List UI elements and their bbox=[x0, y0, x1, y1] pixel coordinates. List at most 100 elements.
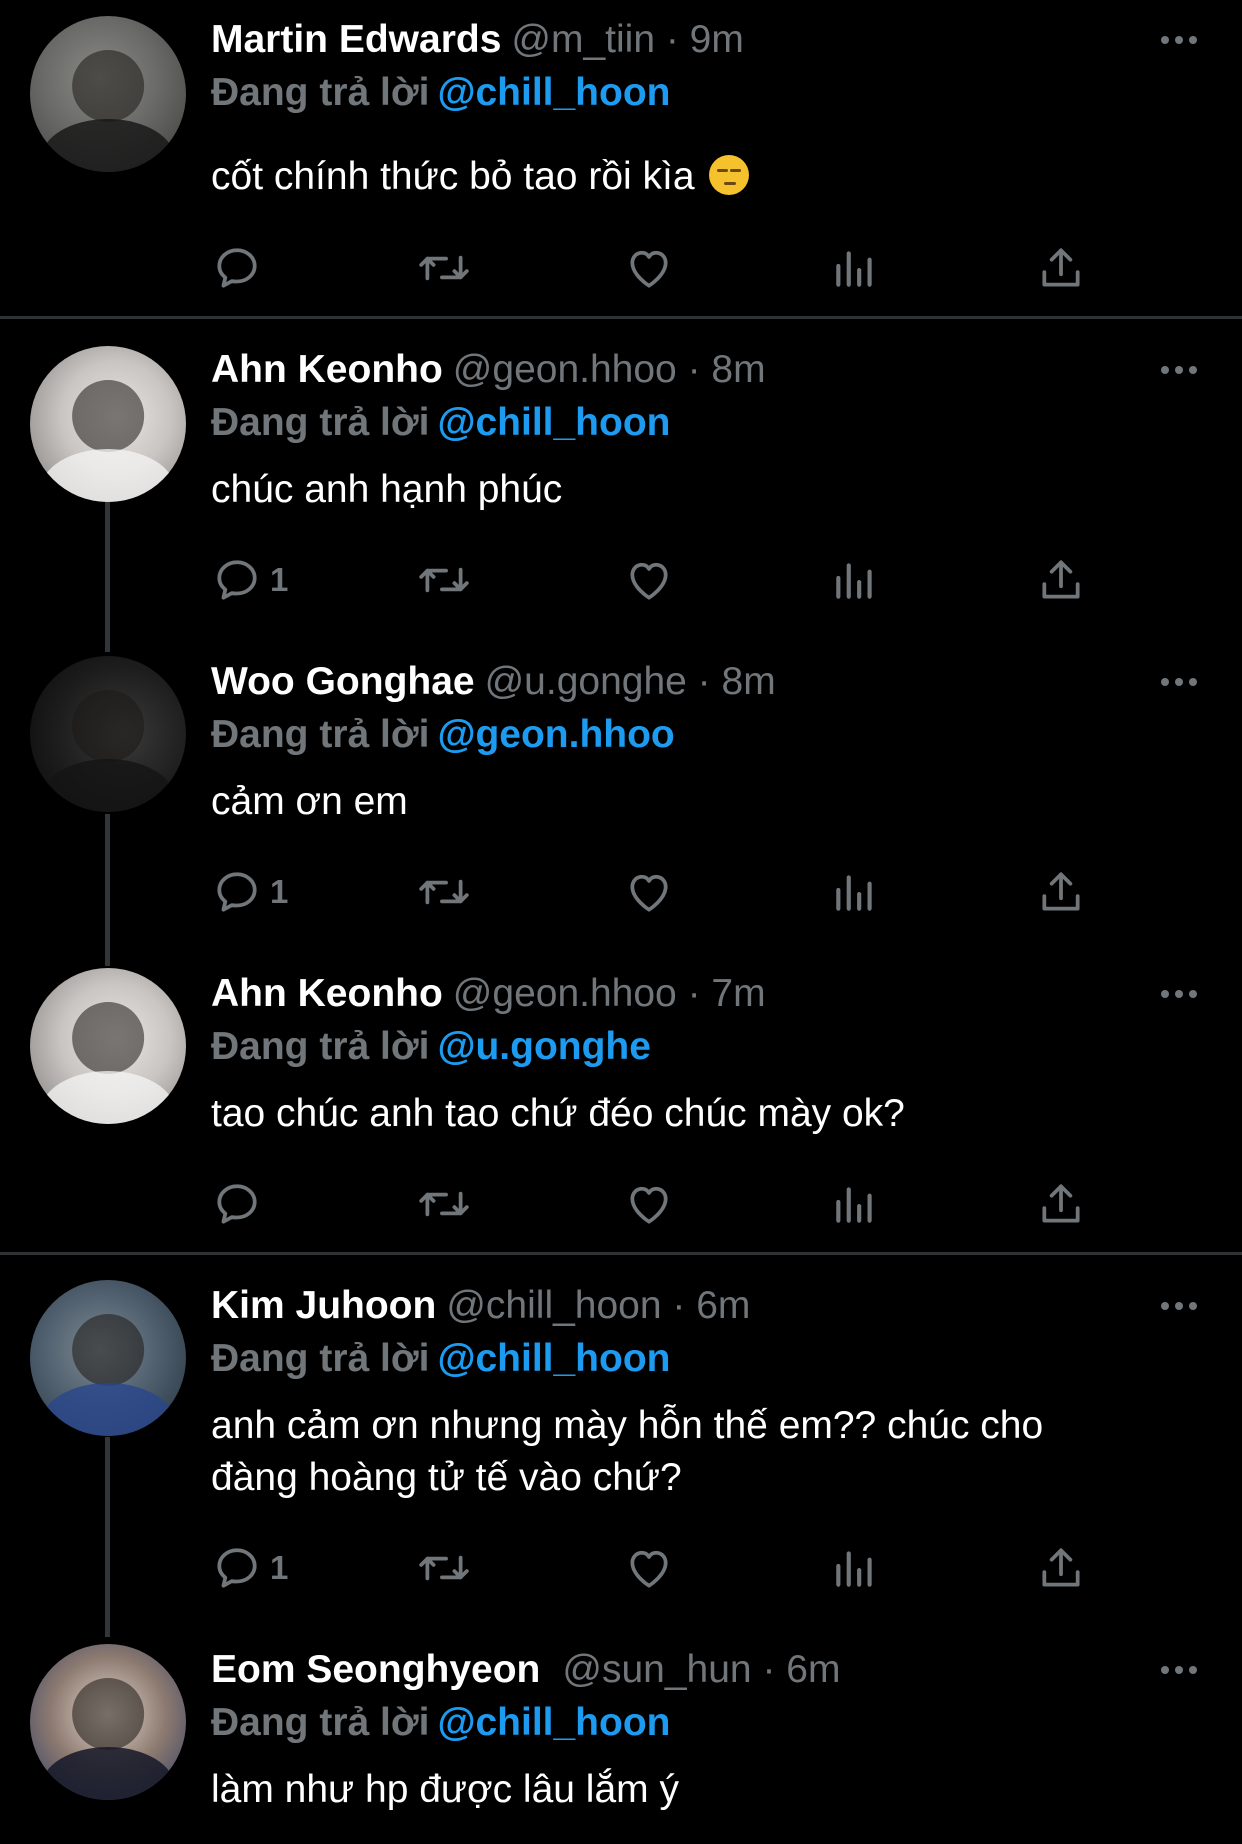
share-upload-icon bbox=[1042, 248, 1080, 287]
tweet-text-line: đàng hoàng tử tế vào chứ? bbox=[211, 1456, 682, 1499]
replying-to-handle[interactable]: @chill_hoon bbox=[437, 1337, 670, 1380]
avatar[interactable] bbox=[30, 968, 186, 1124]
tweet-header: Martin Edwards @m_tiin · 9m bbox=[211, 15, 1151, 65]
tweet-ahn-keonho[interactable]: Ahn Keonho @geon.hhoo · 8m Đang trả lời @c… bbox=[0, 330, 1242, 650]
reply-bubble-icon bbox=[217, 560, 257, 600]
reply-feed: Martin Edwards @m_tiin · 9m Đang trả lời @… bbox=[0, 0, 1242, 1844]
handle-time: @sun_hun · 6m bbox=[562, 1648, 841, 1691]
retweet-button[interactable] bbox=[417, 1538, 471, 1598]
heart-icon bbox=[630, 1550, 668, 1588]
display-name[interactable]: Ahn Keonho bbox=[211, 348, 443, 391]
more-dots-icon[interactable] bbox=[1157, 660, 1201, 704]
heart-icon bbox=[630, 562, 668, 600]
retweet-button[interactable] bbox=[417, 550, 471, 610]
reply-button[interactable] bbox=[212, 238, 270, 298]
retweet-arrows-icon bbox=[419, 879, 469, 905]
more-dots-icon[interactable] bbox=[1157, 348, 1201, 392]
bar-chart-icon bbox=[836, 1551, 872, 1587]
display-name[interactable]: Eom Seonghyeon bbox=[211, 1648, 540, 1691]
reply-bubble-icon bbox=[217, 872, 257, 912]
retweet-button[interactable] bbox=[417, 238, 471, 298]
replying-to-handle[interactable]: @chill_hoon bbox=[437, 1701, 670, 1744]
more-dots-icon[interactable] bbox=[1157, 1284, 1201, 1328]
tweet-woo-gonghae[interactable]: Woo Gonghae @u.gonghe · 8m Đang trả lời @g… bbox=[0, 642, 1242, 962]
tweet-text: chúc anh hạnh phúc bbox=[211, 468, 563, 511]
views-button[interactable] bbox=[830, 862, 880, 922]
replying-to: Đang trả lời @chill_hoon bbox=[211, 1334, 670, 1384]
share-upload-icon bbox=[1042, 560, 1080, 599]
more-dots-icon[interactable] bbox=[1157, 972, 1201, 1016]
tweet-text: anh cảm ơn nhưng mày hỗn thế em?? chúc c… bbox=[211, 1400, 1191, 1504]
share-button[interactable] bbox=[1036, 550, 1086, 610]
like-button[interactable] bbox=[624, 1538, 674, 1598]
replying-to-handle[interactable]: @chill_hoon bbox=[437, 401, 670, 444]
share-button[interactable] bbox=[1036, 1174, 1086, 1234]
display-name[interactable]: Martin Edwards bbox=[211, 18, 501, 61]
replying-to-handle[interactable]: @geon.hhoo bbox=[437, 713, 674, 756]
retweet-button[interactable] bbox=[417, 862, 471, 922]
like-button[interactable] bbox=[624, 550, 674, 610]
share-button[interactable] bbox=[1036, 862, 1086, 922]
replying-to: Đang trả lời @geon.hhoo bbox=[211, 710, 675, 760]
reply-button[interactable]: 1 bbox=[212, 1538, 288, 1598]
share-upload-icon bbox=[1042, 872, 1080, 911]
display-name[interactable]: Kim Juhoon bbox=[211, 1284, 436, 1327]
avatar[interactable] bbox=[30, 656, 186, 812]
more-dots-icon[interactable] bbox=[1157, 1648, 1201, 1692]
replying-to: Đang trả lời @chill_hoon bbox=[211, 1698, 670, 1748]
tweet-ahn-keonho-reply[interactable]: Ahn Keonho @geon.hhoo · 7m Đang trả lời @u… bbox=[0, 954, 1242, 1254]
more-dots-icon[interactable] bbox=[1157, 18, 1201, 62]
tweet-header: Eom Seonghyeon @sun_hun · 6m bbox=[211, 1645, 1151, 1695]
reply-button[interactable]: 1 bbox=[212, 862, 288, 922]
tweet-header: Ahn Keonho @geon.hhoo · 7m bbox=[211, 969, 1151, 1019]
share-button[interactable] bbox=[1036, 238, 1086, 298]
bar-chart-icon bbox=[836, 251, 872, 287]
like-button[interactable] bbox=[624, 238, 674, 298]
handle-time: @geon.hhoo · 8m bbox=[452, 348, 766, 391]
heart-icon bbox=[630, 1186, 668, 1224]
bar-chart-icon bbox=[836, 875, 872, 911]
replying-to-label: Đang trả lời bbox=[211, 71, 430, 114]
replying-to-label: Đang trả lời bbox=[211, 1337, 430, 1380]
views-button[interactable] bbox=[830, 1174, 880, 1234]
thread-divider bbox=[0, 316, 1242, 319]
replying-to-handle[interactable]: @chill_hoon bbox=[437, 71, 670, 114]
tweet-kim-juhoon[interactable]: Kim Juhoon @chill_hoon · 6m Đang trả lời @… bbox=[0, 1266, 1242, 1636]
views-button[interactable] bbox=[830, 1538, 880, 1598]
tweet-text: làm như hp được lâu lắm ý bbox=[211, 1768, 679, 1811]
tweet-martin-edwards[interactable]: Martin Edwards @m_tiin · 9m Đang trả lời @… bbox=[0, 0, 1242, 318]
share-button[interactable] bbox=[1036, 1538, 1086, 1598]
tweet-text: cốt chính thức bỏ tao rồi kìa bbox=[211, 151, 1191, 203]
tweet-text-content: cốt chính thức bỏ tao rồi kìa bbox=[211, 155, 695, 198]
action-bar bbox=[0, 238, 1242, 298]
retweet-arrows-icon bbox=[419, 255, 469, 281]
tweet-header: Woo Gonghae @u.gonghe · 8m bbox=[211, 657, 1151, 707]
avatar[interactable] bbox=[30, 1644, 186, 1800]
display-name[interactable]: Ahn Keonho bbox=[211, 972, 443, 1015]
action-bar bbox=[0, 1174, 1242, 1234]
replying-to-handle[interactable]: @u.gonghe bbox=[437, 1025, 651, 1068]
heart-icon bbox=[630, 250, 668, 288]
display-name[interactable]: Woo Gonghae bbox=[211, 660, 475, 703]
avatar[interactable] bbox=[30, 346, 186, 502]
replying-to: Đang trả lời @chill_hoon bbox=[211, 68, 670, 118]
tweet-eom-seonghyeon[interactable]: Eom Seonghyeon @sun_hun · 6m Đang trả lời… bbox=[0, 1630, 1242, 1844]
reply-button[interactable] bbox=[212, 1174, 270, 1234]
avatar[interactable] bbox=[30, 16, 186, 172]
share-upload-icon bbox=[1042, 1548, 1080, 1587]
reply-count: 1 bbox=[270, 561, 289, 598]
retweet-button[interactable] bbox=[417, 1174, 471, 1234]
reply-button[interactable]: 1 bbox=[212, 550, 288, 610]
retweet-arrows-icon bbox=[419, 1191, 469, 1217]
replying-to-label: Đang trả lời bbox=[211, 1025, 430, 1068]
action-bar: 1 bbox=[0, 862, 1242, 922]
reply-bubble-icon bbox=[217, 248, 257, 288]
views-button[interactable] bbox=[830, 550, 880, 610]
like-button[interactable] bbox=[624, 1174, 674, 1234]
retweet-arrows-icon bbox=[419, 1555, 469, 1581]
views-button[interactable] bbox=[830, 238, 880, 298]
action-bar: 1 bbox=[0, 1538, 1242, 1598]
like-button[interactable] bbox=[624, 862, 674, 922]
share-upload-icon bbox=[1042, 1184, 1080, 1223]
avatar[interactable] bbox=[30, 1280, 186, 1436]
